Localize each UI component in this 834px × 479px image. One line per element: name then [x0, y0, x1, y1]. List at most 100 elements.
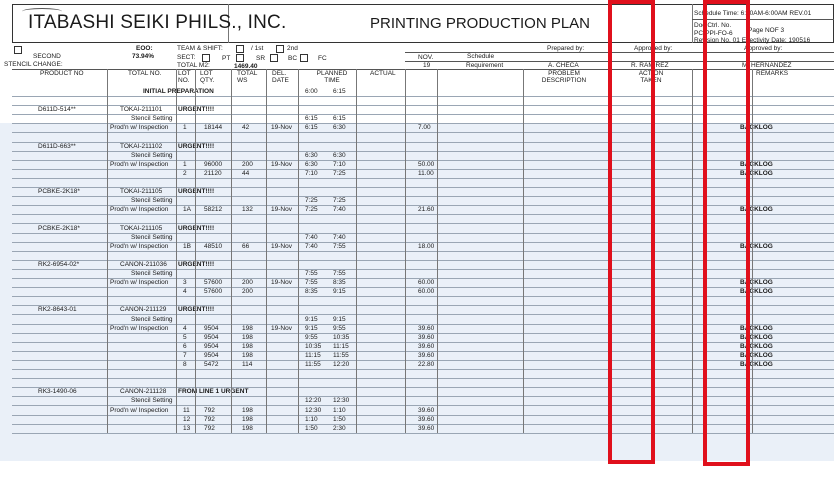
- cell-qty: 48510: [204, 242, 223, 250]
- cell-flag: URGENT!!!!: [178, 306, 215, 314]
- cell-t2: 9:15: [333, 288, 346, 296]
- cell-total: Stencil Setting: [131, 115, 173, 123]
- col-problem-description: PROBLEM DESCRIPTION: [541, 70, 587, 84]
- cell-del: 19-Nov: [271, 206, 292, 214]
- sr-label: SR: [256, 55, 266, 62]
- bc-checkbox[interactable]: [270, 54, 278, 62]
- pt-checkbox[interactable]: [202, 54, 210, 62]
- total-m2-label: TOTAL M2:: [177, 62, 210, 69]
- cell-t2: 6:15: [333, 115, 346, 123]
- cell-ws: 200: [242, 160, 253, 168]
- cell-lot: 8: [183, 361, 187, 368]
- cell-t1: 9:15: [305, 315, 318, 323]
- cell-lot: 2: [183, 169, 187, 177]
- cell-ws: 198: [242, 333, 253, 341]
- cell-lot: 1A: [183, 206, 191, 214]
- cell-t2: 6:30: [333, 151, 346, 159]
- cell-t1: 6:30: [305, 151, 318, 159]
- col-planned-time: PLANNED TIME: [316, 70, 348, 84]
- cell-total: Prod'n w/ Inspection: [110, 279, 169, 287]
- cell-lot: 4: [183, 288, 187, 296]
- cell-t2: 7:25: [333, 169, 346, 177]
- second-shift-checkbox[interactable]: [276, 45, 284, 53]
- cell-t1: 7:55: [305, 279, 318, 287]
- cell-t1: 10:35: [305, 342, 322, 350]
- cell-req: 7.00: [418, 124, 431, 132]
- sr-checkbox[interactable]: [236, 54, 244, 62]
- fc-checkbox[interactable]: [300, 54, 308, 62]
- nov-label: NOV.: [418, 54, 434, 61]
- cell-total: Prod'n w/ Inspection: [110, 160, 169, 168]
- cell-product: RK2-6954-02*: [38, 260, 80, 268]
- cell-flag: URGENT!!!!: [178, 142, 215, 150]
- cell-t1: 7:40: [305, 242, 318, 250]
- cell-t1: 12:30: [305, 406, 322, 414]
- sect-label: SECT:: [177, 54, 196, 61]
- prepared-by-name: A. CHECA: [548, 62, 579, 69]
- requirement-label: Requirement: [466, 62, 504, 69]
- cell-t2: 7:25: [333, 197, 346, 205]
- fc-label: FC: [318, 55, 327, 62]
- col-total-ws: TOTAL WS: [237, 70, 258, 84]
- cell-del: 19-Nov: [271, 279, 292, 287]
- cell-req: 21.60: [418, 206, 435, 214]
- cell-t2: 1:10: [333, 406, 346, 414]
- stencil-change-label: STENCIL CHANGE:: [4, 61, 63, 68]
- col-remarks: REMARKS: [756, 70, 789, 77]
- cell-req: 39.60: [418, 351, 435, 359]
- cell-t2: 7:40: [333, 206, 346, 214]
- cell-req: 18.00: [418, 242, 435, 250]
- second-checkbox[interactable]: [14, 46, 22, 54]
- cell-req: 39.60: [418, 424, 435, 432]
- cell-t1: 11:15: [305, 351, 321, 359]
- cell-qty: 96000: [204, 160, 223, 168]
- second-label: SECOND: [33, 53, 61, 60]
- cell-t1: 9:15: [305, 324, 318, 332]
- cell-t2: 6:30: [333, 124, 346, 132]
- cell-t1: 6:30: [305, 160, 318, 168]
- cell-qty: 9504: [204, 324, 219, 332]
- cell-req: 39.60: [418, 342, 435, 350]
- cell-qty: 58212: [204, 206, 223, 214]
- cell-total: Prod'n w/ Inspection: [110, 324, 169, 332]
- cell-t2: 1:50: [333, 415, 346, 423]
- cell-del: 19-Nov: [271, 124, 292, 132]
- cell-qty: 57600: [204, 279, 223, 287]
- cell-product: D611D-663**: [38, 142, 76, 150]
- cell-qty: 792: [204, 406, 215, 414]
- cell-t2: 7:10: [333, 160, 346, 168]
- cell-t1: 11:55: [305, 361, 321, 368]
- cell-t1: 7:10: [305, 169, 318, 177]
- first-shift-label: / 1st: [251, 45, 264, 52]
- cell-t1: 7:55: [305, 270, 318, 277]
- first-shift-checkbox[interactable]: [236, 45, 244, 53]
- cell-qty: 21120: [204, 169, 222, 177]
- cell-flag: URGENT!!!!: [178, 106, 215, 114]
- cell-t2: 9:15: [333, 315, 346, 323]
- cell-t2: 7:55: [333, 242, 346, 250]
- cell-flag: URGENT!!!!: [178, 224, 215, 232]
- cell-ws: 200: [242, 288, 253, 296]
- bc-label: BC: [288, 55, 298, 62]
- col-lot-no: LOT NO.: [178, 70, 191, 84]
- cell-t1: 6:00: [305, 88, 318, 95]
- cell-total: Prod'n w/ Inspection: [110, 406, 169, 414]
- cell-ws: 66: [242, 242, 250, 250]
- cell-total: TOKAI-211102: [120, 142, 163, 150]
- cell-t2: 9:55: [333, 324, 346, 332]
- cell-ws: 132: [242, 206, 253, 214]
- cell-total: Stencil Setting: [131, 233, 173, 241]
- cell-total: Prod'n w/ Inspection: [110, 206, 169, 214]
- prepared-by-label: Prepared by:: [547, 45, 585, 52]
- cell-product: RK2-8643-01: [38, 306, 77, 314]
- cell-product: D611D-514**: [38, 106, 76, 114]
- cell-req: 60.00: [418, 279, 435, 287]
- cell-ws: 114: [242, 361, 253, 368]
- cell-lot: 13: [183, 424, 191, 432]
- cell-total: TOKAI-211105: [120, 188, 163, 196]
- cell-t2: 6:15: [333, 88, 346, 95]
- schedule-label: Schedule: [467, 53, 495, 60]
- cell-label: INITIAL PREPARATION: [143, 88, 214, 95]
- cell-t2: 12:20: [333, 361, 350, 368]
- cell-req: 39.60: [418, 406, 435, 414]
